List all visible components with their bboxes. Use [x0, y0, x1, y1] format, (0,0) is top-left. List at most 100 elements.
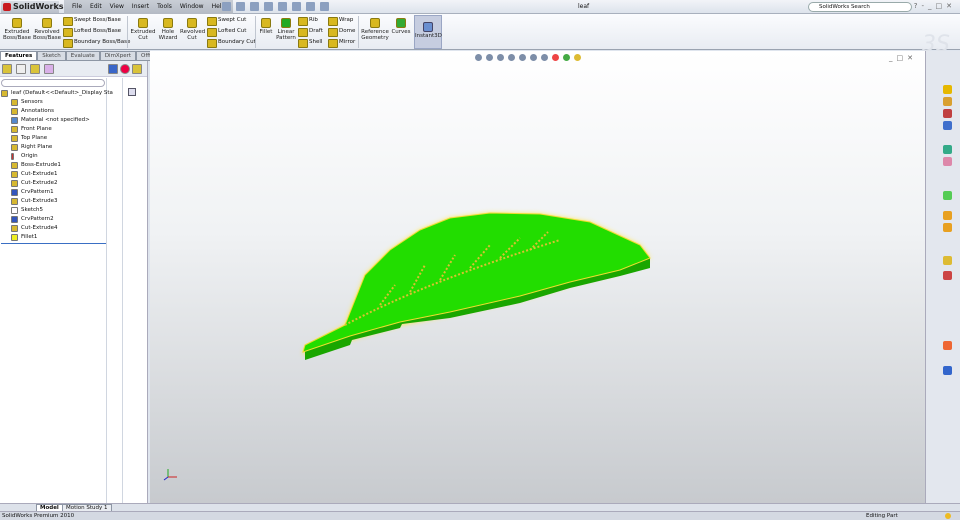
tree-item[interactable]: Right Plane — [1, 143, 106, 152]
configuration-manager-icon[interactable] — [30, 64, 40, 74]
tab-dimxpert[interactable]: DimXpert — [99, 51, 136, 61]
feature-tree-icon[interactable] — [2, 64, 12, 74]
menu-window[interactable]: Window — [176, 0, 208, 14]
undo-icon[interactable] — [278, 2, 287, 11]
property-manager-icon[interactable] — [16, 64, 26, 74]
extruded-cut-button[interactable]: Extruded Cut — [130, 17, 156, 41]
revolved-cut-button[interactable]: Revolved Cut — [180, 17, 205, 41]
view-palette-icon[interactable] — [943, 121, 952, 130]
dome-button[interactable]: Dome — [328, 26, 355, 37]
new-icon[interactable] — [222, 2, 231, 11]
product-name: SolidWorks Premium 2010 — [2, 513, 75, 519]
tree-item[interactable]: Material <not specified> — [1, 116, 106, 125]
tree-item[interactable]: CrvPattern2 — [1, 215, 106, 224]
graphics-viewport[interactable]: _□✕ — [150, 51, 925, 503]
tree-item[interactable]: CrvPattern1 — [1, 188, 106, 197]
curves-button[interactable]: Curves — [390, 17, 412, 35]
reference-geometry-icon — [370, 18, 380, 28]
rebuild-status-icon[interactable] — [945, 513, 951, 519]
menu-file[interactable]: File — [68, 0, 86, 14]
search-input[interactable]: SolidWorks Search — [808, 2, 912, 12]
divider — [255, 16, 256, 48]
appearance-icon[interactable] — [120, 64, 130, 74]
rebuild-icon[interactable] — [306, 2, 315, 11]
reference-geometry-button[interactable]: Reference Geometry — [360, 17, 390, 41]
tree-item[interactable]: Sketch5 — [1, 206, 106, 215]
material-icon — [11, 117, 18, 124]
print-icon[interactable] — [264, 2, 273, 11]
tab-features[interactable]: Features — [0, 51, 38, 61]
linear-pattern-button[interactable]: Linear Pattern — [275, 17, 297, 41]
swept-boss-button[interactable]: Swept Boss/Base — [63, 15, 121, 26]
tool-icon[interactable] — [943, 271, 952, 280]
tool-icon[interactable] — [943, 256, 952, 265]
tool-icon[interactable] — [943, 211, 952, 220]
tree-item[interactable]: Cut-Extrude4 — [1, 224, 106, 233]
boundary-boss-button[interactable]: Boundary Boss/Base — [63, 37, 130, 48]
tool-icon[interactable] — [943, 223, 952, 232]
solidworks-logo[interactable]: SolidWorks — [1, 1, 64, 13]
dimxpert-manager-icon[interactable] — [44, 64, 54, 74]
tree-item[interactable]: Cut-Extrude3 — [1, 197, 106, 206]
resources-icon[interactable] — [943, 85, 952, 94]
menu-tools[interactable]: Tools — [153, 0, 176, 14]
select-icon[interactable] — [292, 2, 301, 11]
tab-evaluate[interactable]: Evaluate — [65, 51, 100, 61]
tree-item[interactable]: Sensors — [1, 98, 106, 107]
custom-properties-icon[interactable] — [943, 157, 952, 166]
model-top-face — [302, 212, 651, 353]
tool-icon[interactable] — [943, 366, 952, 375]
extruded-cut-icon — [138, 18, 148, 28]
draft-button[interactable]: Draft — [298, 26, 323, 37]
rib-button[interactable]: Rib — [298, 15, 318, 26]
boundary-cut-button[interactable]: Boundary Cut — [207, 37, 256, 48]
tree-item[interactable]: Top Plane — [1, 134, 106, 143]
appearances-icon[interactable] — [943, 145, 952, 154]
extruded-boss-button[interactable]: Extruded Boss/Base — [2, 17, 32, 41]
tree-item[interactable]: Cut-Extrude2 — [1, 179, 106, 188]
lofted-cut-button[interactable]: Lofted Cut — [207, 26, 246, 37]
instant3d-button[interactable]: Instant3D — [414, 15, 442, 49]
leaf-model[interactable] — [150, 51, 925, 503]
scene-icon[interactable] — [132, 64, 142, 74]
tool-icon[interactable] — [943, 341, 952, 350]
tree-item[interactable]: Cut-Extrude1 — [1, 170, 106, 179]
revolved-boss-button[interactable]: Revolved Boss/Base — [32, 17, 62, 41]
tree-item[interactable]: Boss-Extrude1 — [1, 161, 106, 170]
tool-icon[interactable] — [943, 191, 952, 200]
tree-root-part[interactable]: leaf (Default<<Default>_Display Sta — [1, 89, 113, 98]
menu-insert[interactable]: Insert — [128, 0, 153, 14]
options-icon[interactable] — [320, 2, 329, 11]
tree-item[interactable]: Annotations — [1, 107, 106, 116]
curve-pattern-icon — [11, 189, 18, 196]
menu-edit[interactable]: Edit — [86, 0, 106, 14]
window-controls[interactable]: ?-_□✕ — [914, 2, 956, 10]
hole-wizard-icon — [163, 18, 173, 28]
hole-wizard-button[interactable]: Hole Wizard — [156, 17, 180, 41]
display-pane-checkbox[interactable] — [128, 88, 136, 96]
mirror-button[interactable]: Mirror — [328, 37, 355, 48]
curve-pattern-icon — [11, 216, 18, 223]
shell-button[interactable]: Shell — [298, 37, 322, 48]
wrap-button[interactable]: Wrap — [328, 15, 353, 26]
feature-tree: leaf (Default<<Default>_Display Sta Sens… — [1, 89, 113, 244]
tree-item[interactable]: Origin — [1, 152, 106, 161]
fillet-button[interactable]: Fillet — [257, 17, 275, 35]
design-library-icon[interactable] — [943, 97, 952, 106]
save-icon[interactable] — [250, 2, 259, 11]
menu-view[interactable]: View — [106, 0, 128, 14]
cut-extrude-icon — [11, 171, 18, 178]
rollback-bar[interactable] — [1, 243, 106, 244]
column-divider — [106, 78, 107, 503]
open-icon[interactable] — [236, 2, 245, 11]
file-explorer-icon[interactable] — [943, 109, 952, 118]
sketch-icon — [11, 207, 18, 214]
lofted-boss-button[interactable]: Lofted Boss/Base — [63, 26, 121, 37]
triad-axes — [163, 469, 177, 481]
tree-item[interactable]: Front Plane — [1, 125, 106, 134]
display-state-icon[interactable] — [108, 64, 118, 74]
tab-sketch[interactable]: Sketch — [37, 51, 66, 61]
swept-cut-button[interactable]: Swept Cut — [207, 15, 246, 26]
tree-filter-input[interactable] — [1, 79, 105, 87]
tree-item[interactable]: Fillet1 — [1, 233, 106, 242]
